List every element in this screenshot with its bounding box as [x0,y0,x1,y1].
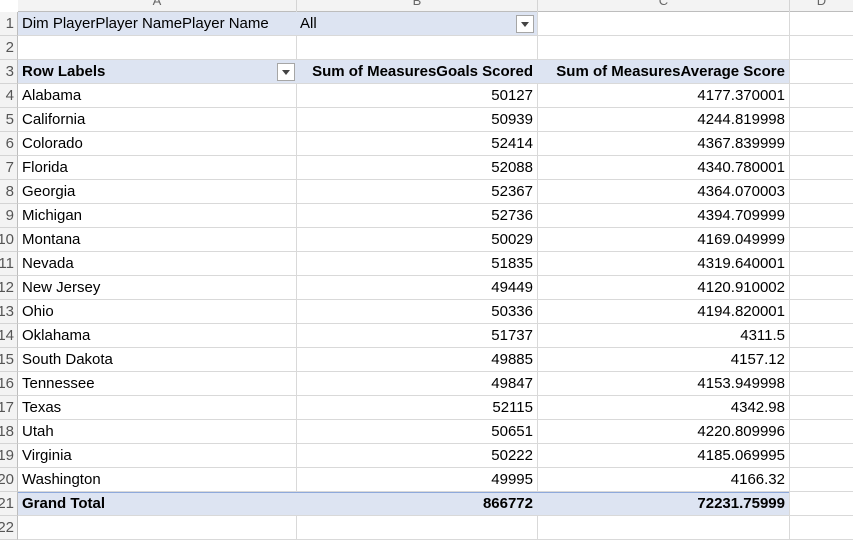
average-score-cell[interactable]: 4319.640001 [537,252,789,276]
row-label-cell[interactable]: New Jersey [18,276,296,300]
row-number[interactable]: 15 [0,348,18,372]
average-score-cell[interactable]: 4194.820001 [537,300,789,324]
average-score-cell[interactable]: 4394.709999 [537,204,789,228]
row-number[interactable]: 12 [0,276,18,300]
row-number[interactable]: 18 [0,420,18,444]
average-score-cell[interactable]: 4367.839999 [537,132,789,156]
row-number[interactable]: 3 [0,60,18,84]
average-score-cell[interactable]: 4120.910002 [537,276,789,300]
goals-scored-header: Sum of MeasuresGoals Scored [312,63,533,80]
row-number[interactable]: 6 [0,132,18,156]
row-label-cell[interactable]: Georgia [18,180,296,204]
row-label-cell[interactable]: Oklahama [18,324,296,348]
row-number[interactable]: 8 [0,180,18,204]
row-number[interactable]: 11 [0,252,18,276]
row-number[interactable]: 16 [0,372,18,396]
row-label-cell[interactable]: Ohio [18,300,296,324]
goals-scored-cell[interactable]: 49995 [296,468,537,492]
grand-total-label: Grand Total [22,495,106,512]
chevron-down-icon [282,70,290,75]
goals-scored-cell[interactable]: 49449 [296,276,537,300]
row-number[interactable]: 2 [0,36,18,60]
goals-scored-cell[interactable]: 50336 [296,300,537,324]
average-score-cell[interactable]: 4157.12 [537,348,789,372]
average-score-cell[interactable]: 4342.98 [537,396,789,420]
grand-total-average: 72231.75999 [697,495,785,512]
goals-scored-cell[interactable]: 50939 [296,108,537,132]
row-label-cell[interactable]: South Dakota [18,348,296,372]
goals-scored-cell[interactable]: 52088 [296,156,537,180]
average-score-cell[interactable]: 4185.069995 [537,444,789,468]
row-number[interactable]: 10 [0,228,18,252]
row-label-cell[interactable]: Tennessee [18,372,296,396]
row-label-cell[interactable]: Michigan [18,204,296,228]
row-labels-header: Row Labels [22,63,106,80]
average-score-cell[interactable]: 4169.049999 [537,228,789,252]
chevron-down-icon [521,22,529,27]
column-header-label: B [412,0,422,8]
row-number[interactable]: 14 [0,324,18,348]
row-number[interactable]: 5 [0,108,18,132]
average-score-cell[interactable]: 4364.070003 [537,180,789,204]
row-label-cell[interactable]: Alabama [18,84,296,108]
grand-total-goals: 866772 [482,495,533,512]
goals-scored-cell[interactable]: 52736 [296,204,537,228]
column-header-d[interactable]: D [790,0,853,12]
row-label-cell[interactable]: Utah [18,420,296,444]
row-label-cell[interactable]: Montana [18,228,296,252]
goals-scored-cell[interactable]: 49885 [296,348,537,372]
average-score-cell[interactable]: 4244.819998 [537,108,789,132]
row-number[interactable]: 1 [0,12,18,36]
goals-scored-cell[interactable]: 52115 [296,396,537,420]
row-label-cell[interactable]: Washington [18,468,296,492]
row-number[interactable]: 22 [0,516,18,540]
goals-scored-cell[interactable]: 52414 [296,132,537,156]
row-number[interactable]: 20 [0,468,18,492]
filter-value: All [300,15,317,32]
average-score-cell[interactable]: 4166.32 [537,468,789,492]
row-number[interactable]: 17 [0,396,18,420]
row-label-cell[interactable]: Virginia [18,444,296,468]
row-labels-filter-button[interactable] [277,63,295,81]
goals-scored-cell[interactable]: 50029 [296,228,537,252]
row-label-cell[interactable]: Texas [18,396,296,420]
filter-value-cell[interactable]: All [296,12,537,36]
row-number[interactable]: 19 [0,444,18,468]
goals-scored-cell[interactable]: 51737 [296,324,537,348]
row-label-cell[interactable]: California [18,108,296,132]
row-label-cell[interactable]: Colorado [18,132,296,156]
row-label-cell[interactable]: Nevada [18,252,296,276]
goals-scored-cell[interactable]: 50222 [296,444,537,468]
row-number[interactable]: 7 [0,156,18,180]
row-number[interactable]: 21 [0,492,18,516]
goals-scored-cell[interactable]: 49847 [296,372,537,396]
spreadsheet-grid: A B C D 12345678910111213141516171819202… [0,0,853,540]
average-score-cell[interactable]: 4220.809996 [537,420,789,444]
row-number[interactable]: 9 [0,204,18,228]
column-header-c[interactable]: C [538,0,790,12]
average-score-header: Sum of MeasuresAverage Score [556,63,785,80]
row-number[interactable]: 13 [0,300,18,324]
average-score-cell[interactable]: 4311.5 [537,324,789,348]
column-header-label: D [816,0,827,8]
average-score-cell[interactable]: 4177.370001 [537,84,789,108]
average-score-cell[interactable]: 4340.780001 [537,156,789,180]
goals-scored-cell[interactable]: 50127 [296,84,537,108]
column-header-label: A [152,0,162,8]
average-score-cell[interactable]: 4153.949998 [537,372,789,396]
column-header-b[interactable]: B [297,0,538,12]
goals-scored-cell[interactable]: 51835 [296,252,537,276]
filter-dropdown-button[interactable] [516,15,534,33]
column-header-label: C [658,0,669,8]
column-header-a[interactable]: A [18,0,297,12]
filter-label: Dim PlayerPlayer NamePlayer Name [22,15,269,32]
row-number[interactable]: 4 [0,84,18,108]
goals-scored-cell[interactable]: 50651 [296,420,537,444]
row-label-cell[interactable]: Florida [18,156,296,180]
goals-scored-cell[interactable]: 52367 [296,180,537,204]
